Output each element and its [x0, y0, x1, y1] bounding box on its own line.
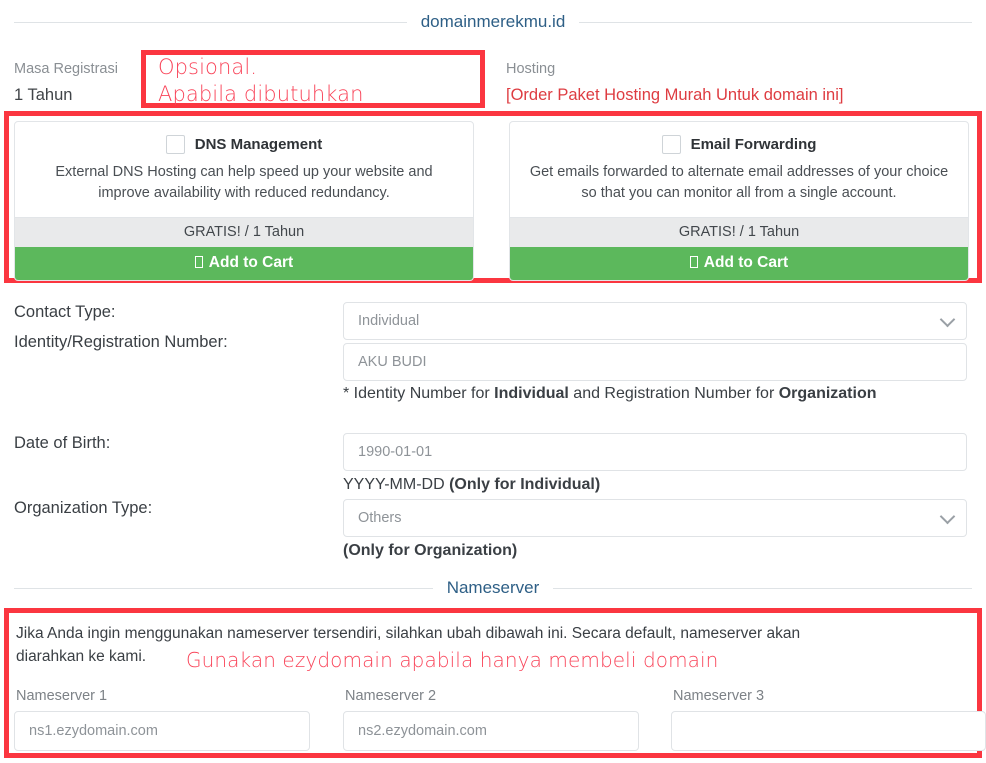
- registration-period-value: 1 Tahun: [14, 86, 73, 104]
- add-to-cart-label: Add to Cart: [703, 254, 789, 272]
- nameserver-section-title: Nameserver: [446, 578, 540, 597]
- date-of-birth-help: YYYY-MM-DD (Only for Individual): [343, 474, 967, 495]
- divider-rule-right: [553, 587, 972, 589]
- domain-configuration-page: domainmerekmu.id Masa Registrasi 1 Tahun…: [0, 0, 986, 763]
- page-title: domainmerekmu.id: [420, 12, 566, 31]
- identity-help-prefix: * Identity Number for: [343, 385, 495, 402]
- addon-title: Email Forwarding: [690, 136, 817, 153]
- identity-number-help: * Identity Number for Individual and Reg…: [343, 383, 967, 404]
- annotation-optional-line2: Apabila dibutuhkan: [158, 82, 364, 106]
- addon-price: GRATIS! / 1 Tahun: [15, 217, 473, 248]
- organization-type-value: Others: [358, 510, 402, 526]
- date-of-birth-label: Date of Birth:: [14, 434, 111, 452]
- checkbox-unchecked-icon[interactable]: [165, 135, 185, 154]
- identity-help-organization: Organization: [778, 385, 877, 402]
- nameserver-3-label: Nameserver 3: [673, 688, 765, 704]
- nameserver-section-divider: Nameserver: [14, 578, 972, 598]
- nameserver-1-value: ns1.ezydomain.com: [29, 723, 158, 739]
- annotation-optional-line1: Opsional.: [158, 55, 258, 79]
- nameserver-2-label: Nameserver 2: [345, 688, 437, 704]
- add-to-cart-button[interactable]: Add to Cart: [15, 247, 473, 281]
- identity-number-label: Identity/Registration Number:: [14, 333, 228, 351]
- addon-price: GRATIS! / 1 Tahun: [510, 217, 968, 248]
- identity-help-individual: Individual: [494, 385, 569, 402]
- contact-type-select[interactable]: Individual: [343, 302, 967, 340]
- cart-icon: [689, 256, 698, 269]
- chevron-down-icon: [939, 508, 956, 525]
- date-of-birth-input[interactable]: 1990-01-01: [343, 433, 967, 471]
- nameserver-description-line1: Jika Anda ingin menggunakan nameserver t…: [16, 625, 801, 642]
- identity-help-mid: and Registration Number for: [568, 385, 779, 402]
- addon-title: DNS Management: [194, 136, 323, 153]
- add-to-cart-button[interactable]: Add to Cart: [510, 247, 968, 281]
- addon-card-email-forwarding[interactable]: Email Forwarding Get emails forwarded to…: [509, 121, 969, 282]
- organization-type-select[interactable]: Others: [343, 499, 967, 537]
- addon-header: Email Forwarding: [510, 122, 968, 154]
- registration-period-label: Masa Registrasi: [14, 61, 118, 77]
- contact-type-value: Individual: [358, 313, 420, 329]
- nameserver-1-label: Nameserver 1: [16, 688, 108, 704]
- addon-description: Get emails forwarded to alternate email …: [529, 164, 949, 201]
- chevron-down-icon: [939, 311, 956, 328]
- organization-type-help: (Only for Organization): [343, 540, 967, 561]
- nameserver-1-input[interactable]: ns1.ezydomain.com: [14, 711, 310, 751]
- nameserver-2-value: ns2.ezydomain.com: [358, 723, 487, 739]
- nameserver-description-line2: diarahkan ke kami.: [16, 648, 147, 665]
- divider-rule-left: [14, 21, 407, 23]
- addon-description: External DNS Hosting can help speed up y…: [55, 164, 433, 201]
- cart-icon: [194, 256, 203, 269]
- dob-help-bold: (Only for Individual): [449, 476, 601, 493]
- identity-number-placeholder: AKU BUDI: [358, 354, 427, 370]
- hosting-order-link[interactable]: [Order Paket Hosting Murah Untuk domain …: [506, 86, 844, 105]
- identity-number-input[interactable]: AKU BUDI: [343, 343, 967, 381]
- divider-rule-left: [14, 587, 433, 589]
- org-help-bold: (Only for Organization): [343, 542, 518, 559]
- checkbox-unchecked-icon[interactable]: [661, 135, 681, 154]
- nameserver-2-input[interactable]: ns2.ezydomain.com: [343, 711, 639, 751]
- addon-header: DNS Management: [15, 122, 473, 154]
- annotation-nameserver-note: Gunakan ezydomain apabila hanya membeli …: [186, 648, 719, 672]
- add-to-cart-label: Add to Cart: [208, 254, 294, 272]
- hosting-label: Hosting: [506, 61, 556, 77]
- dob-help-prefix: YYYY-MM-DD: [343, 476, 450, 493]
- date-of-birth-placeholder: 1990-01-01: [358, 444, 433, 460]
- organization-type-label: Organization Type:: [14, 499, 153, 517]
- contact-type-label: Contact Type:: [14, 303, 116, 321]
- domain-title-divider: domainmerekmu.id: [14, 12, 972, 32]
- divider-rule-right: [579, 21, 972, 23]
- addon-card-dns-management[interactable]: DNS Management External DNS Hosting can …: [14, 121, 474, 282]
- nameserver-3-input[interactable]: [671, 711, 986, 751]
